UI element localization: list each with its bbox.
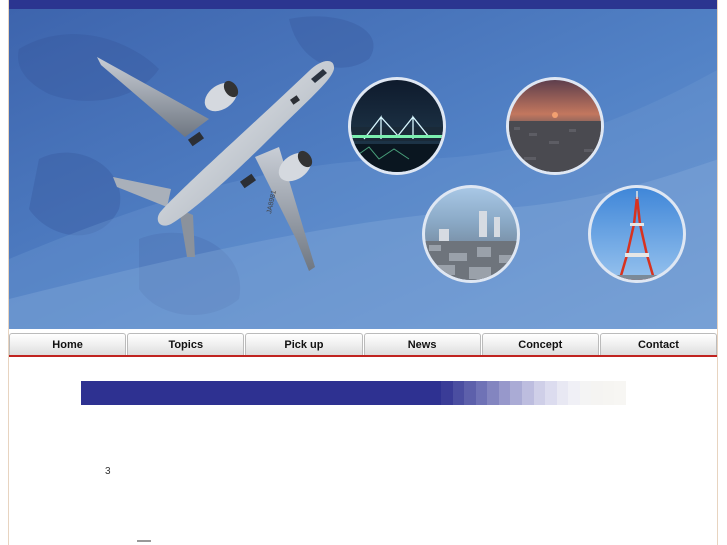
nav-news-label: News: [407, 338, 437, 351]
nav-news[interactable]: News: [363, 333, 481, 355]
page-frame: JA8981 Home Topics Pick up News Concept …: [8, 0, 718, 545]
nav-contact-label: Contact: [637, 338, 679, 351]
hero-graphic: JA8981: [9, 9, 717, 329]
nav-contact[interactable]: Contact: [599, 333, 717, 355]
nav-concept[interactable]: Concept: [481, 333, 599, 355]
nav-pick-up-label: Pick up: [284, 338, 324, 351]
nav-topics-label: Topics: [168, 338, 204, 351]
nav-home-label: Home: [52, 338, 83, 351]
top-bar: [9, 0, 717, 9]
main-nav: Home Topics Pick up News Concept Contact: [9, 333, 717, 357]
nav-topics[interactable]: Topics: [127, 333, 245, 355]
hero-banner: JA8981: [9, 9, 717, 329]
section-header-band: [81, 381, 626, 405]
band-gradient-steps: [441, 381, 626, 405]
nav-pick-up[interactable]: Pick up: [245, 333, 363, 355]
nav-concept-label: Concept: [518, 338, 563, 351]
band-solid: [81, 381, 441, 405]
content-number: 3: [105, 466, 111, 477]
divider-mark: [137, 540, 151, 542]
nav-home[interactable]: Home: [9, 333, 127, 355]
